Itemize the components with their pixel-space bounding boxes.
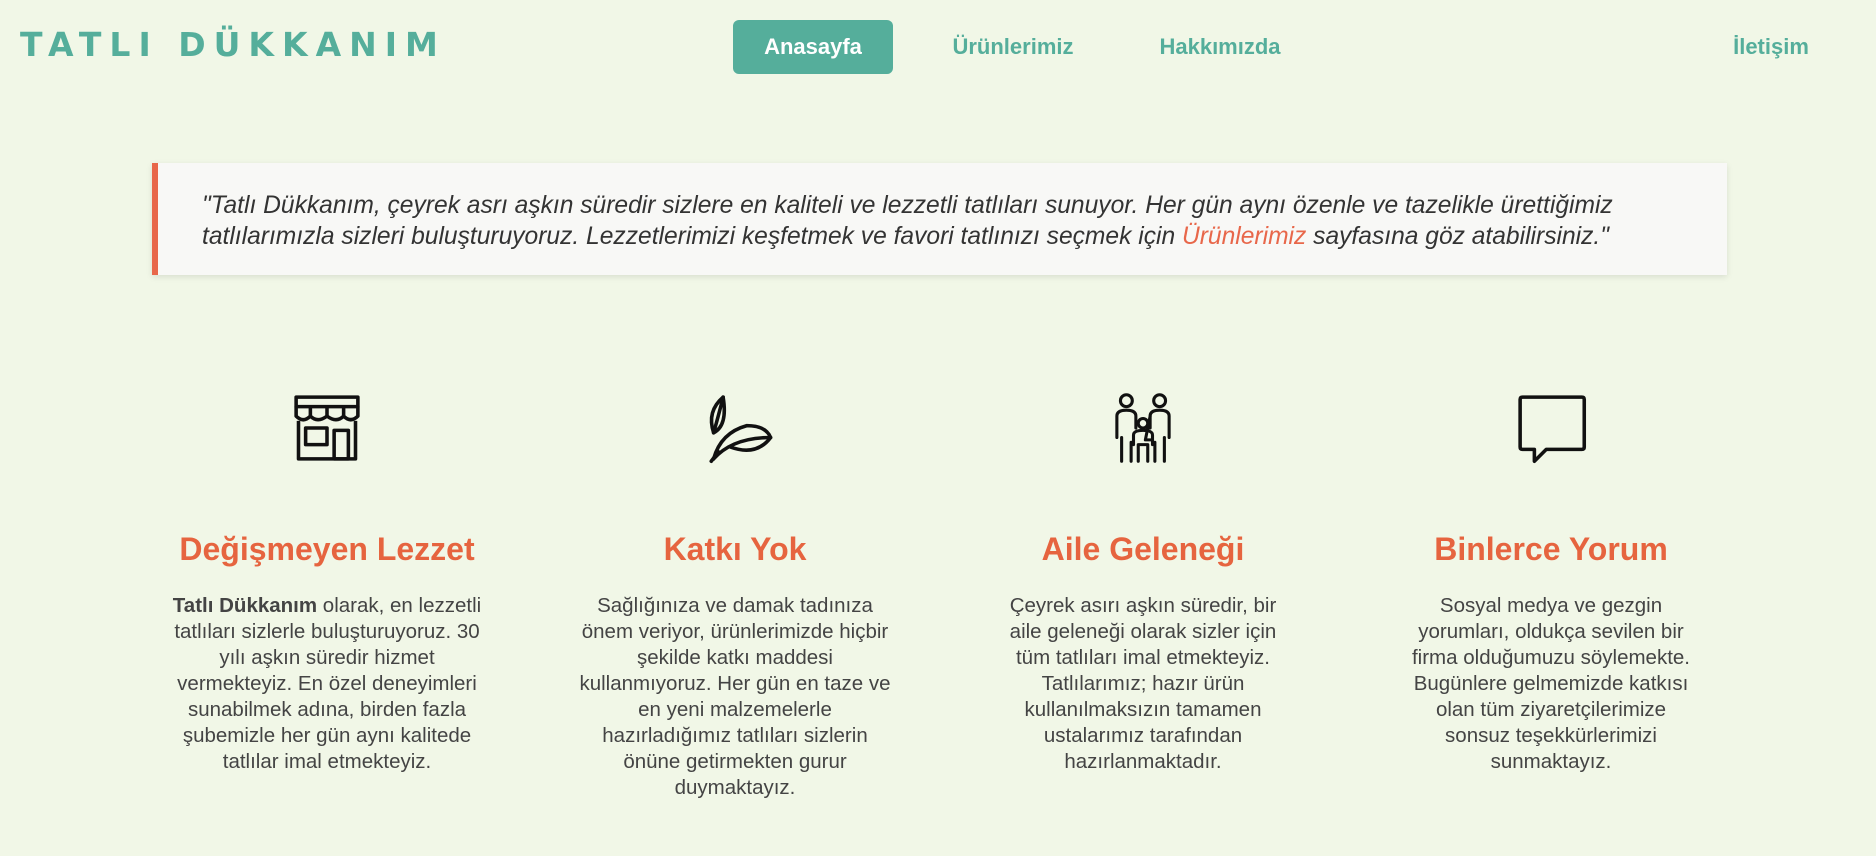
feature-description-text: olarak, en lezzetli tatlıları sizlerle b… (174, 594, 482, 773)
feature-family-tradition: Aile Geleneği Çeyrek asırı aşkın süredir… (973, 390, 1313, 773)
feature-description: Tatlı Dükkanım olarak, en lezzetli tatlı… (167, 593, 487, 775)
store-icon (294, 395, 360, 461)
feature-description: Sağlığınıza ve damak tadınıza önem veriy… (579, 594, 891, 799)
feature-thousands-reviews: Binlerce Yorum Sosyal medya ve gezgin yo… (1381, 390, 1721, 773)
feature-no-additives: Katkı Yok Sağlığınıza ve damak tadınıza … (565, 390, 905, 799)
feature-description: Çeyrek asırı aşkın süredir, bir aile gel… (1009, 594, 1277, 773)
feature-title: Değişmeyen Lezzet (179, 531, 475, 567)
feature-title: Aile Geleneği (1041, 531, 1245, 567)
leaf-icon (709, 395, 773, 464)
quote-products-link[interactable]: Ürünlerimiz (1182, 223, 1306, 250)
feature-brand-bold: Tatlı Dükkanım (172, 594, 318, 617)
brand-logo[interactable]: TATLI DÜKKANIM (20, 28, 446, 61)
intro-quote: "Tatlı Dükkanım, çeyrek asrı aşkın süred… (152, 163, 1727, 275)
feature-title: Katkı Yok (663, 531, 807, 567)
navbar: TATLI DÜKKANIM Anasayfa Ürünlerimiz Hakk… (0, 0, 1876, 96)
feature-title: Binlerce Yorum (1434, 531, 1668, 567)
feature-unchanging-taste: Değişmeyen Lezzet Tatlı Dükkanım olarak,… (157, 390, 497, 773)
nav-about-link[interactable]: Hakkımızda (1135, 20, 1305, 74)
nav-products-link[interactable]: Ürünlerimiz (928, 20, 1098, 74)
nav-home-link[interactable]: Anasayfa (733, 20, 893, 74)
feature-description: Sosyal medya ve gezgin yorumları, oldukç… (1411, 594, 1690, 773)
quote-text-end: sayfasına göz atabilirsiniz." (1306, 223, 1609, 250)
nav-contact-link[interactable]: İletişim (1701, 20, 1841, 74)
family-icon (1115, 393, 1171, 463)
chat-bubble-icon (1518, 395, 1587, 464)
